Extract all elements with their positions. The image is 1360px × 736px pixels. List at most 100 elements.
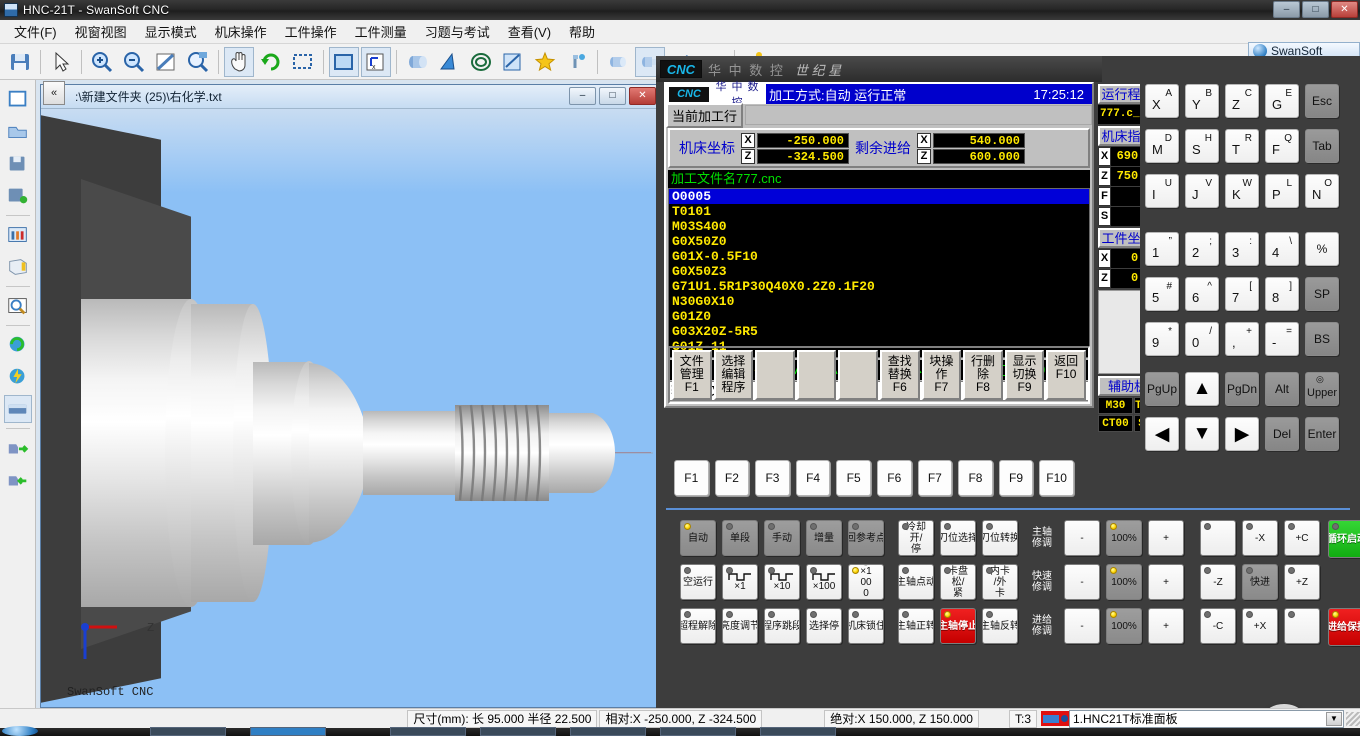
key--key[interactable]: - = (1265, 322, 1299, 356)
taskbar-item[interactable] (390, 727, 466, 736)
fast-sim-icon[interactable] (4, 363, 32, 391)
machine-setup-icon[interactable] (4, 221, 32, 249)
key-4-key[interactable]: 4 \ (1265, 232, 1299, 266)
key-esc-key[interactable]: Esc (1305, 84, 1339, 118)
function-key-f10[interactable]: F10 (1039, 460, 1074, 496)
chuck-clamp-button[interactable]: 卡盘 松/紧 (940, 564, 976, 600)
arrow-up-key[interactable]: ▲ (1185, 372, 1219, 406)
function-key-f3[interactable]: F3 (755, 460, 790, 496)
step-x1000-button[interactable]: ×1 00 0 (848, 564, 884, 600)
panel-select-dropdown[interactable]: 1.HNC21T标准面板 ▼ (1069, 709, 1344, 728)
inspect-icon[interactable] (4, 292, 32, 320)
key-n-key[interactable]: NO (1305, 174, 1339, 208)
key-6-key[interactable]: 6 ^ (1185, 277, 1219, 311)
key-z-key[interactable]: ZC (1225, 84, 1259, 118)
softkey-3[interactable] (755, 350, 795, 400)
alt-key[interactable]: Alt (1265, 372, 1299, 406)
tool-select-button[interactable]: 刀位选择 (940, 520, 976, 556)
function-key-f2[interactable]: F2 (714, 460, 750, 496)
spindle-override-minus-button[interactable]: - (1064, 520, 1100, 556)
softkey-1[interactable]: 文件管理 F1 (672, 350, 712, 400)
menu-item-4[interactable]: 工件操作 (277, 19, 345, 44)
softkey-8[interactable]: 行删除 F8 (963, 350, 1003, 400)
key-bs-key[interactable]: BS (1305, 322, 1339, 356)
step-x10-button[interactable]: ×10 (764, 564, 800, 600)
jog-minus-z-button[interactable]: -Z (1200, 564, 1236, 600)
stock-view-icon[interactable] (3, 395, 32, 423)
stock-icon[interactable] (603, 47, 633, 77)
increment-button[interactable]: 增量 (806, 520, 842, 556)
save-icon[interactable] (5, 47, 35, 77)
taskbar-item[interactable] (760, 727, 836, 736)
softkey-6[interactable]: 查找替换 F6 (879, 350, 920, 400)
key-y-key[interactable]: YB (1185, 84, 1219, 118)
save-as-icon[interactable] (4, 182, 32, 210)
cycle-start-button[interactable]: 循环启动 (1328, 520, 1360, 558)
program-line[interactable]: G01Z0 (669, 309, 1089, 324)
single-block-button[interactable]: 单段 (722, 520, 758, 556)
program-code-listing[interactable]: O0005 T0101 M03S400 G0X50Z0 G01X-0.5F10 G0X50… (668, 188, 1090, 358)
jog-rapid-button[interactable]: 快进 (1242, 564, 1278, 600)
jog-blank-2-button[interactable] (1284, 608, 1320, 644)
spindle-jog-button[interactable]: 主轴点动 (898, 564, 934, 600)
jog-minus-c-button[interactable]: -C (1200, 608, 1236, 644)
program-line[interactable]: M03S400 (669, 219, 1089, 234)
function-key-f1[interactable]: F1 (674, 460, 709, 496)
minimize-button[interactable]: – (1273, 1, 1300, 18)
softkey-5[interactable] (838, 350, 878, 400)
chuck-mode-button[interactable]: 内卡/外卡 (982, 564, 1018, 600)
menu-item-5[interactable]: 工件测量 (347, 19, 415, 44)
upper-key[interactable]: ◎ Upper (1305, 372, 1339, 406)
key-9-key[interactable]: 9 * (1145, 322, 1179, 356)
solid-view-icon[interactable] (329, 46, 359, 77)
measure-icon[interactable] (498, 47, 528, 77)
zoom-window-icon[interactable] (183, 47, 213, 77)
delete-key[interactable]: Del (1265, 417, 1299, 451)
key-p-key[interactable]: PL (1265, 174, 1299, 208)
machine-lock-button[interactable]: 机床锁住 (848, 608, 884, 644)
auto-button[interactable]: 自动 (680, 520, 716, 556)
softkey-10[interactable]: 返回 F10 (1046, 350, 1086, 400)
start-button-icon[interactable] (2, 726, 38, 736)
step-x1-button[interactable]: ×1 (722, 564, 758, 600)
pan-icon[interactable] (224, 46, 254, 77)
taskbar-item[interactable] (660, 727, 736, 736)
sim-maximize-button[interactable]: □ (599, 87, 626, 105)
spindle-cw-button[interactable]: 主轴正转 (898, 608, 934, 644)
axis-view-icon[interactable]: x (361, 46, 391, 77)
key--key[interactable]: , + (1225, 322, 1259, 356)
optional-stop-button[interactable]: 选择停 (806, 608, 842, 644)
key-g-key[interactable]: GE (1265, 84, 1299, 118)
softkey-7[interactable]: 块操作 F7 (921, 350, 962, 400)
key-0-key[interactable]: 0/ (1185, 322, 1219, 356)
manual-button[interactable]: 手动 (764, 520, 800, 556)
page-up-key[interactable]: PgUp (1145, 372, 1179, 406)
sim-minimize-button[interactable]: – (569, 87, 596, 105)
select-rect-icon[interactable] (288, 47, 318, 77)
feed-override-plus-button[interactable]: + (1148, 608, 1184, 644)
tool-change-button[interactable]: 刀位转换 (982, 520, 1018, 556)
refresh-view-icon[interactable] (4, 331, 32, 359)
function-key-f9[interactable]: F9 (998, 460, 1034, 496)
program-line[interactable]: N30G0X10 (669, 294, 1089, 309)
feed-override-value-button[interactable]: 100% (1106, 608, 1142, 644)
jog-blank-1-button[interactable] (1200, 520, 1236, 556)
zoom-out-icon[interactable] (119, 47, 149, 77)
spindle-stop-button[interactable]: 主轴停止 (940, 608, 976, 644)
menu-item-6[interactable]: 习题与考试 (417, 19, 498, 44)
key-7-key[interactable]: 7[ (1225, 277, 1259, 311)
menu-item-7[interactable]: 查看(V) (500, 19, 559, 44)
key-sp-key[interactable]: SP (1305, 277, 1339, 311)
feed-override-minus-button[interactable]: - (1064, 608, 1100, 644)
jog-plus-c-button[interactable]: +C (1284, 520, 1320, 556)
dry-run-button[interactable]: 空运行 (680, 564, 716, 600)
export-icon[interactable] (4, 466, 32, 494)
key-k-key[interactable]: KW (1225, 174, 1259, 208)
menu-item-3[interactable]: 机床操作 (207, 19, 275, 44)
key-s-key[interactable]: SH (1185, 129, 1219, 163)
arrow-down-key[interactable]: ▼ (1185, 417, 1219, 451)
program-line[interactable]: G01X-0.5F10 (669, 249, 1089, 264)
program-line[interactable]: O0005 (669, 189, 1089, 204)
menu-item-2[interactable]: 显示模式 (137, 19, 205, 44)
function-key-f6[interactable]: F6 (876, 460, 912, 496)
